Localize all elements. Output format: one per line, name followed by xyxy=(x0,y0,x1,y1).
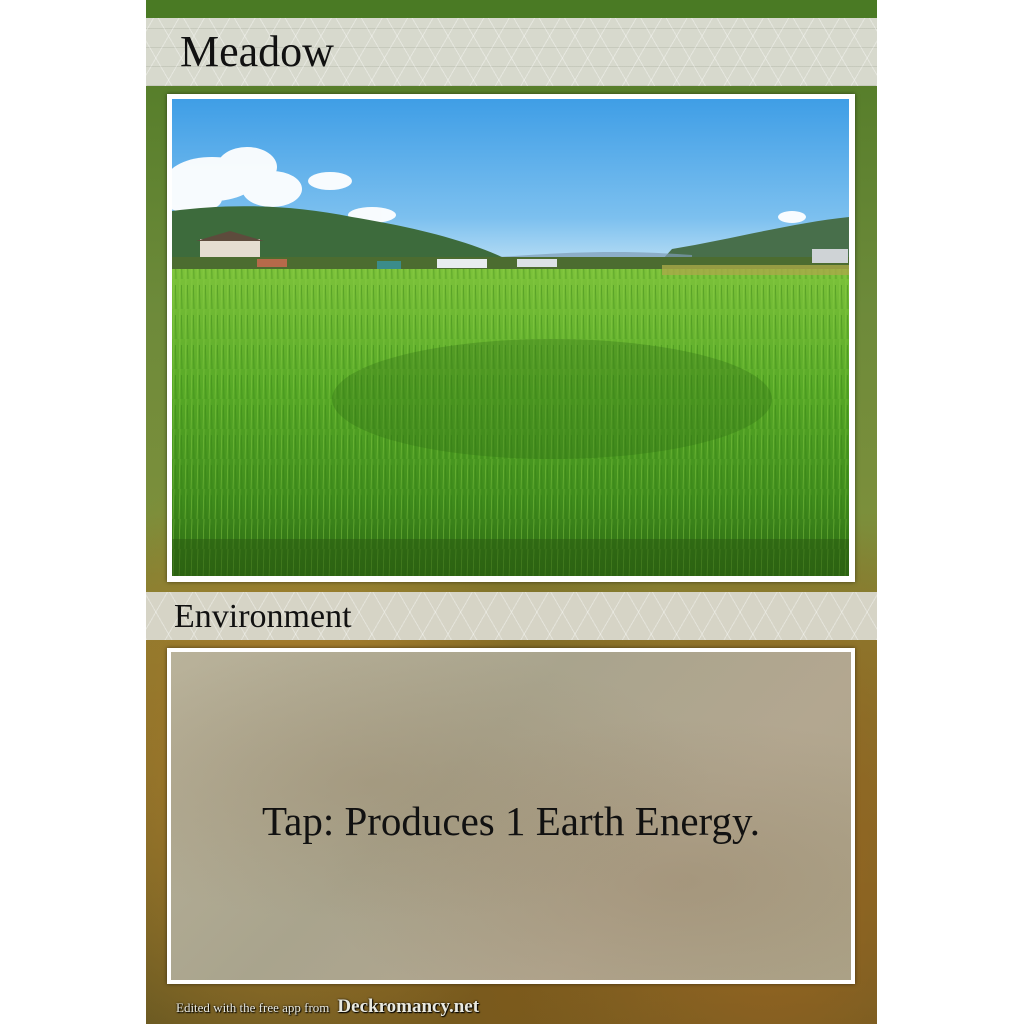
rice-field-landscape-image xyxy=(172,99,849,576)
title-bar: Meadow xyxy=(146,18,877,86)
rules-text-background: Tap: Produces 1 Earth Energy. xyxy=(171,652,851,980)
footer-credit: Edited with the free app from Deckromanc… xyxy=(176,996,479,1024)
rules-text-box: Tap: Produces 1 Earth Energy. xyxy=(167,648,855,984)
rules-text: Tap: Produces 1 Earth Energy. xyxy=(261,798,761,844)
card-top-strip xyxy=(146,0,877,18)
card-type: Environment xyxy=(174,598,352,635)
footer-brand-link[interactable]: Deckromancy.net xyxy=(337,996,479,1017)
footer-prefix: Edited with the free app from xyxy=(176,1000,330,1015)
art-frame xyxy=(167,94,855,582)
card: Meadow Environment Tap: Produces 1 Earth… xyxy=(146,0,877,1024)
type-bar: Environment xyxy=(146,592,877,640)
card-artwork xyxy=(172,99,849,576)
card-title: Meadow xyxy=(180,27,334,76)
